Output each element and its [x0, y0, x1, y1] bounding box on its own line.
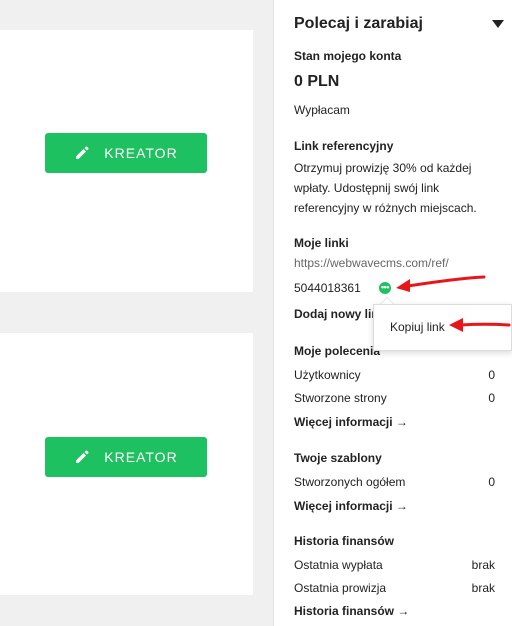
stat-row: Stworzonych ogółem 0: [294, 475, 495, 489]
referral-url: https://webwavecms.com/ref/: [294, 256, 449, 270]
stat-value: 0: [488, 391, 495, 405]
stat-label: Użytkownicy: [294, 368, 361, 382]
kreator-button[interactable]: KREATOR: [45, 133, 207, 173]
referral-heading: Link referencyjny: [294, 139, 394, 153]
copy-link-menu-item[interactable]: Kopiuj link: [390, 320, 445, 334]
referrals-more-link[interactable]: Więcej informacji →: [294, 415, 408, 429]
stat-row: Ostatnia wypłata brak: [294, 558, 495, 572]
templates-more-link[interactable]: Więcej informacji →: [294, 499, 408, 513]
stat-label: Ostatnia wypłata: [294, 558, 383, 572]
finance-heading: Historia finansów: [294, 534, 395, 548]
popup-arrow-inner: [381, 298, 393, 304]
kreator-button-label: KREATOR: [104, 449, 178, 465]
pencil-icon: [76, 450, 89, 463]
stat-label: Stworzonych ogółem: [294, 475, 406, 489]
account-heading: Stan mojego konta: [294, 49, 402, 63]
template-card-1: KREATOR: [0, 30, 253, 292]
referral-id: 5044018361: [294, 281, 361, 295]
stat-row: Użytkownicy 0: [294, 368, 495, 382]
template-card-2: KREATOR: [0, 333, 253, 595]
stat-value: brak: [471, 581, 495, 595]
stat-label: Stworzone strony: [294, 391, 387, 405]
referrals-heading: Moje polecenia: [294, 344, 381, 358]
links-heading: Moje linki: [294, 236, 349, 250]
stat-value: 0: [488, 475, 495, 489]
pencil-icon: [76, 146, 89, 159]
collapse-caret-icon[interactable]: [492, 20, 504, 28]
panel-header: Polecaj i zarabiaj: [294, 12, 504, 36]
kreator-button[interactable]: KREATOR: [45, 437, 207, 477]
finance-history-link[interactable]: Historia finansów →: [294, 604, 409, 618]
kreator-button-label: KREATOR: [104, 145, 178, 161]
stat-row: Stworzone strony 0: [294, 391, 495, 405]
add-link-button[interactable]: Dodaj nowy link: [294, 307, 385, 321]
more-options-icon[interactable]: •••: [379, 282, 391, 294]
templates-heading: Twoje szablony: [294, 451, 382, 465]
withdraw-link[interactable]: Wypłacam: [294, 103, 350, 117]
stat-value: brak: [471, 558, 495, 572]
stat-row: Ostatnia prowizja brak: [294, 581, 495, 595]
referral-description: Otrzymuj prowizję 30% od każdej wpłaty. …: [294, 161, 477, 215]
account-balance: 0 PLN: [294, 73, 340, 90]
stat-value: 0: [488, 368, 495, 382]
link-options-popup: Kopiuj link: [373, 304, 512, 351]
panel-title: Polecaj i zarabiaj: [294, 15, 423, 32]
stat-label: Ostatnia prowizja: [294, 581, 387, 595]
